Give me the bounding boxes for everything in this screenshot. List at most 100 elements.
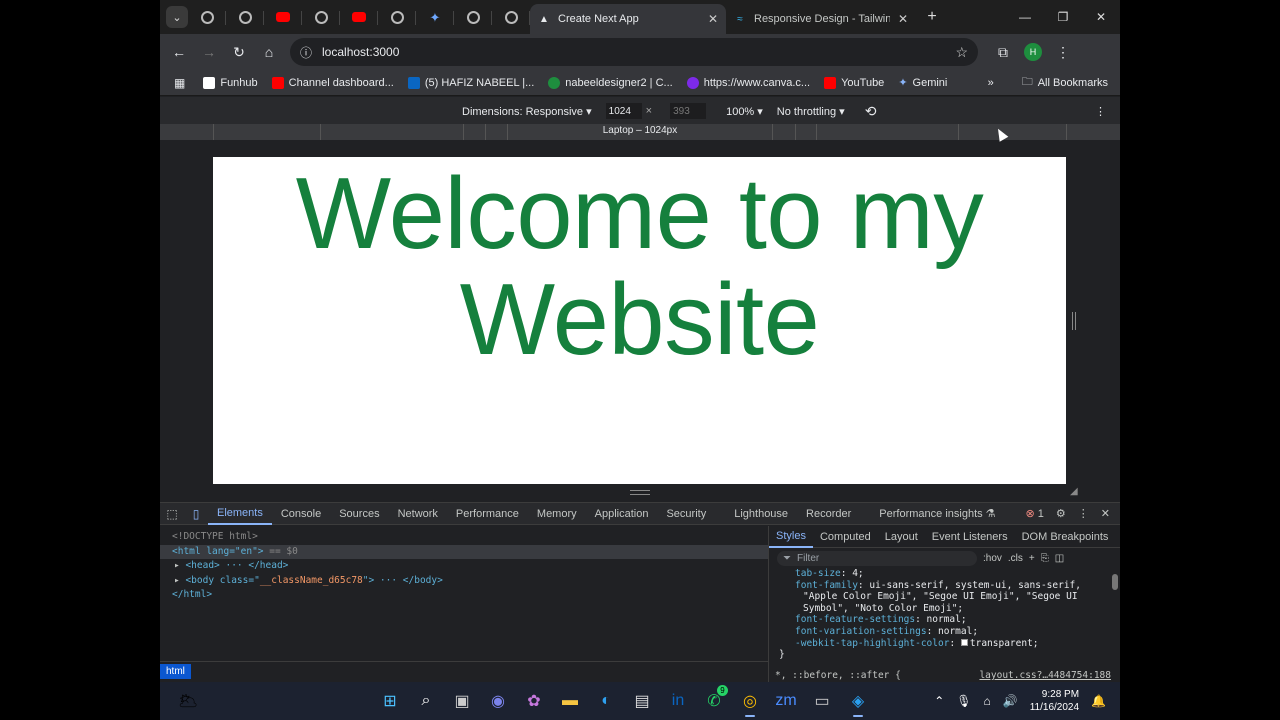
bookmarks-overflow-button[interactable]: » bbox=[988, 77, 994, 89]
tab-gemini[interactable]: ✦ bbox=[416, 3, 454, 31]
tab-performance-insights[interactable]: Performance insights ⚗ bbox=[870, 503, 1004, 525]
css-line-continued[interactable]: Symbol", "Noto Color Emoji"; bbox=[779, 603, 1120, 615]
body-node[interactable]: ▸ <body class="__className_d65c78"> ··· … bbox=[160, 574, 768, 589]
head-node[interactable]: ▸ <head> ··· </head> bbox=[160, 559, 768, 574]
close-devtools-icon[interactable]: ✕ bbox=[1101, 507, 1110, 520]
tab-elements[interactable]: Elements bbox=[208, 503, 272, 525]
taskbar-clock[interactable]: 9:28 PM 11/16/2024 bbox=[1030, 688, 1079, 714]
volume-icon[interactable]: 🔊 bbox=[1003, 694, 1018, 708]
close-window-button[interactable]: ✕ bbox=[1082, 0, 1120, 34]
meet-icon[interactable]: ◉ bbox=[482, 685, 514, 717]
hov-toggle[interactable]: :hov bbox=[983, 553, 1002, 564]
zoom-dropdown[interactable]: 100% ▾ bbox=[726, 105, 763, 118]
tab-event-listeners[interactable]: Event Listeners bbox=[925, 526, 1015, 548]
whatsapp-icon[interactable]: ✆ 9 bbox=[698, 685, 730, 717]
tab-globe-3[interactable] bbox=[302, 3, 340, 31]
home-icon[interactable]: ⌂ bbox=[254, 37, 284, 67]
html-node[interactable]: <html lang="en"> == $0 bbox=[160, 544, 768, 559]
forward-icon[interactable]: → bbox=[194, 37, 224, 67]
css-property[interactable]: font-feature-settings bbox=[795, 614, 915, 625]
toggle-element-state-icon[interactable]: ⎘ bbox=[1041, 553, 1049, 564]
bookmark-funhub[interactable]: Funhub bbox=[203, 76, 258, 89]
tab-styles[interactable]: Styles bbox=[769, 526, 813, 548]
copilot-icon[interactable]: ✿ bbox=[518, 685, 550, 717]
bookmark-youtube[interactable]: YouTube bbox=[824, 76, 884, 89]
throttling-dropdown[interactable]: No throttling ▾ bbox=[777, 105, 845, 118]
apps-grid-icon[interactable]: ▦ bbox=[174, 76, 185, 90]
tab-memory[interactable]: Memory bbox=[528, 503, 586, 525]
toggle-sidebar-icon[interactable]: ◫ bbox=[1055, 553, 1064, 564]
bookmark-star-icon[interactable]: ☆ bbox=[955, 44, 968, 61]
linkedin-app-icon[interactable]: in bbox=[662, 685, 694, 717]
more-tabs-icon[interactable]: » bbox=[1115, 526, 1120, 548]
error-count-badge[interactable]: ⊗ 1 bbox=[1026, 507, 1044, 520]
css-value[interactable]: : 4; bbox=[841, 568, 864, 579]
tab-network[interactable]: Network bbox=[389, 503, 447, 525]
rotate-icon[interactable]: ⟲ bbox=[865, 103, 877, 120]
bookmark-gemini[interactable]: ✦ Gemini bbox=[898, 76, 947, 90]
expand-arrow-icon[interactable]: ▸ bbox=[174, 575, 185, 586]
weather-widget-icon[interactable]: 🌥 bbox=[172, 685, 204, 717]
tab-lighthouse[interactable]: Lighthouse bbox=[725, 503, 797, 525]
terminal-icon[interactable]: ▭ bbox=[806, 685, 838, 717]
task-view-icon[interactable]: ▣ bbox=[446, 685, 478, 717]
bookmark-linkedin[interactable]: (5) HAFIZ NABEEL |... bbox=[407, 76, 534, 89]
dimensions-dropdown[interactable]: Dimensions: Responsive ▾ bbox=[462, 105, 592, 118]
microphone-icon[interactable]: 🎙 bbox=[956, 694, 971, 708]
reload-icon[interactable]: ↻ bbox=[224, 37, 254, 67]
show-hidden-icons-chevron[interactable]: ⌃ bbox=[934, 694, 944, 708]
cls-toggle[interactable]: .cls bbox=[1008, 553, 1023, 564]
tab-search-button[interactable]: ⌄ bbox=[166, 6, 188, 28]
expand-arrow-icon[interactable]: ▸ bbox=[174, 560, 185, 571]
tab-globe-1[interactable] bbox=[188, 3, 226, 31]
vscode-icon[interactable]: ◈ bbox=[842, 685, 874, 717]
css-value[interactable]: : normal; bbox=[915, 614, 966, 625]
close-tab-icon[interactable]: ✕ bbox=[898, 12, 908, 26]
resize-handle-bottom[interactable] bbox=[630, 490, 650, 495]
bookmark-nabeeldesigner[interactable]: nabeeldesigner2 | C... bbox=[548, 76, 673, 89]
microsoft-store-icon[interactable]: ▤ bbox=[626, 685, 658, 717]
tab-console[interactable]: Console bbox=[272, 503, 330, 525]
resize-handle-corner[interactable]: ◢ bbox=[1070, 486, 1078, 497]
tab-globe-2[interactable] bbox=[226, 3, 264, 31]
edge-browser-icon[interactable]: ◐ bbox=[590, 685, 622, 717]
menu-kebab-icon[interactable]: ⋮ bbox=[1048, 37, 1078, 67]
tab-create-next-app[interactable]: ▲ Create Next App ✕ bbox=[530, 4, 726, 34]
css-value[interactable]: : normal; bbox=[927, 626, 978, 637]
css-property[interactable]: font-variation-settings bbox=[795, 626, 927, 637]
viewport-width-input[interactable]: 1024 bbox=[605, 103, 642, 119]
device-toolbar-menu-icon[interactable]: ⋮ bbox=[1095, 105, 1106, 118]
tab-globe-5[interactable] bbox=[454, 3, 492, 31]
tab-security[interactable]: Security bbox=[657, 503, 715, 525]
css-selector[interactable]: *, ::before, ::after { bbox=[775, 670, 901, 681]
tab-sources[interactable]: Sources bbox=[330, 503, 388, 525]
close-tab-icon[interactable]: ✕ bbox=[708, 12, 718, 26]
all-bookmarks-button[interactable]: 🗀 All Bookmarks bbox=[1022, 73, 1108, 92]
device-toggle-icon[interactable]: ▯ bbox=[184, 507, 208, 521]
back-icon[interactable]: ← bbox=[164, 37, 194, 67]
new-tab-button[interactable]: + bbox=[920, 8, 944, 26]
css-source-link[interactable]: layout.css?…4484754:188 bbox=[979, 670, 1111, 681]
tab-recorder[interactable]: Recorder bbox=[797, 503, 860, 525]
zoom-app-icon[interactable]: zm bbox=[770, 685, 802, 717]
css-value[interactable]: transparent; bbox=[970, 638, 1039, 649]
styles-filter-input[interactable]: ⏷ Filter bbox=[777, 550, 977, 566]
color-swatch-icon[interactable] bbox=[960, 638, 968, 646]
css-property[interactable]: -webkit-tap-highlight-color bbox=[795, 638, 949, 649]
network-icon[interactable]: ⌂ bbox=[984, 694, 991, 708]
minimize-button[interactable]: — bbox=[1006, 0, 1044, 34]
address-bar[interactable]: ⓘ localhost:3000 ☆ bbox=[290, 38, 978, 66]
start-button-icon[interactable]: ⊞ bbox=[374, 685, 406, 717]
viewport-height-input[interactable]: 393 bbox=[670, 103, 707, 119]
css-line-continued[interactable]: "Apple Color Emoji", "Segoe UI Emoji", "… bbox=[779, 591, 1120, 603]
bookmark-channel-dashboard[interactable]: Channel dashboard... bbox=[271, 76, 394, 89]
tab-application[interactable]: Application bbox=[586, 503, 658, 525]
css-property[interactable]: font-family bbox=[795, 580, 858, 591]
breadcrumb-html[interactable]: html bbox=[160, 664, 191, 679]
tab-globe-4[interactable] bbox=[378, 3, 416, 31]
maximize-button[interactable]: ❐ bbox=[1044, 0, 1082, 34]
chrome-icon[interactable]: ◎ bbox=[734, 685, 766, 717]
tab-computed[interactable]: Computed bbox=[813, 526, 878, 548]
styles-scrollbar[interactable] bbox=[1112, 574, 1118, 590]
bookmark-canva[interactable]: https://www.canva.c... bbox=[686, 76, 810, 89]
